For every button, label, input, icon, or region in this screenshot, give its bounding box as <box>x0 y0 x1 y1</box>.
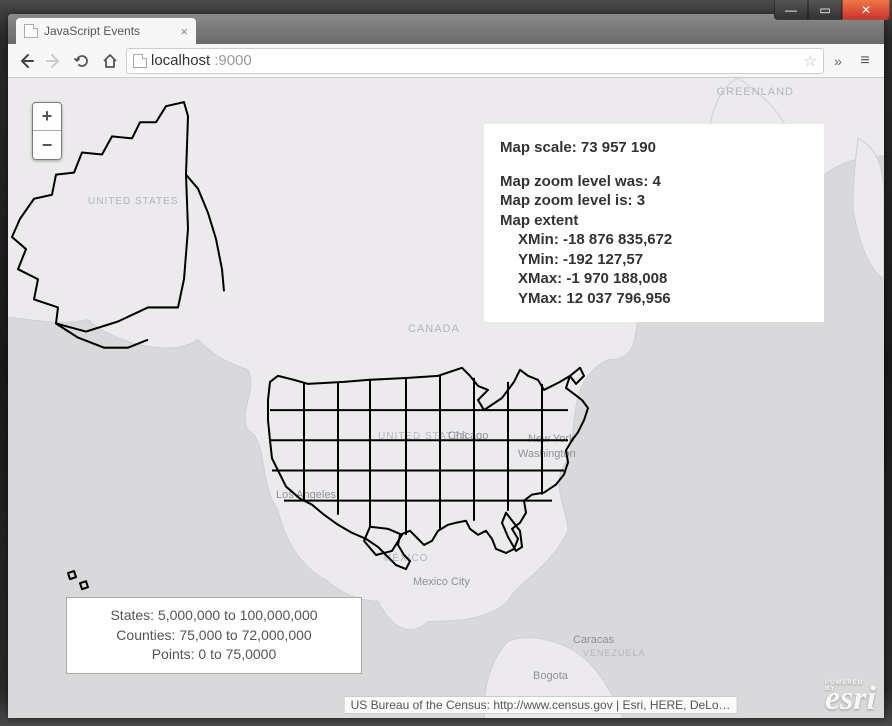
bookmark-star-icon[interactable]: ☆ <box>804 52 817 70</box>
tab-close-icon[interactable]: × <box>180 24 188 39</box>
zoom-in-button[interactable]: + <box>33 103 61 131</box>
browser-toolbar: localhost:9000 ☆ » ≡ <box>8 44 884 78</box>
powered-by-label: POWERED BY <box>825 680 874 692</box>
scale-value: 73 957 190 <box>581 139 656 156</box>
ymin-label: YMin: <box>518 251 559 268</box>
overflow-button[interactable]: » <box>828 49 848 73</box>
legend-states: States: 5,000,000 to 100,000,000 <box>77 606 351 626</box>
home-button[interactable] <box>98 49 122 73</box>
xmin-label: XMin: <box>518 231 559 248</box>
browser-window: JavaScript Events × localhost:9000 ☆ » ≡ <box>8 14 884 718</box>
window-close-button[interactable]: ✕ <box>842 0 890 20</box>
ymin-value: -192 127,57 <box>563 251 643 268</box>
url-host: localhost <box>151 52 210 69</box>
map-attribution: US Bureau of the Census: http://www.cens… <box>344 696 738 714</box>
zoom-control: + − <box>32 102 62 160</box>
forward-button[interactable] <box>42 49 66 73</box>
zoom-was-value: 4 <box>653 173 661 190</box>
hamburger-menu-button[interactable]: ≡ <box>852 49 878 73</box>
esri-logo: POWERED BY esri <box>825 682 876 716</box>
zoom-is-value: 3 <box>637 192 645 209</box>
window-maximize-button[interactable]: ▭ <box>808 0 842 20</box>
map-viewport[interactable]: GREENLAND CANADA UNITED STATES UNITED ST… <box>8 78 884 718</box>
legend-counties: Counties: 75,000 to 72,000,000 <box>77 626 351 646</box>
page-icon <box>24 24 38 38</box>
extent-label: Map extent <box>500 211 808 231</box>
address-bar[interactable]: localhost:9000 ☆ <box>126 48 824 74</box>
xmax-label: XMax: <box>518 270 562 287</box>
ymax-value: 12 037 796,956 <box>566 290 670 307</box>
tab-strip: JavaScript Events × <box>8 14 884 44</box>
tab-title: JavaScript Events <box>44 24 140 38</box>
legend-points: Points: 0 to 75,0000 <box>77 645 351 665</box>
home-icon <box>102 53 118 69</box>
reload-button[interactable] <box>70 49 94 73</box>
page-icon <box>133 54 147 68</box>
window-minimize-button[interactable]: — <box>774 0 808 20</box>
arrow-right-icon <box>46 53 62 69</box>
ymax-label: YMax: <box>518 290 562 307</box>
url-path: :9000 <box>214 52 252 69</box>
zoom-is-label: Map zoom level is: <box>500 192 633 209</box>
map-info-panel: Map scale: 73 957 190 Map zoom level was… <box>484 124 824 322</box>
browser-tab[interactable]: JavaScript Events × <box>16 18 196 44</box>
xmin-value: -18 876 835,672 <box>563 231 672 248</box>
zoom-out-button[interactable]: − <box>33 131 61 159</box>
reload-icon <box>74 53 90 69</box>
arrow-left-icon <box>18 53 34 69</box>
back-button[interactable] <box>14 49 38 73</box>
xmax-value: -1 970 188,008 <box>566 270 667 287</box>
legend-panel: States: 5,000,000 to 100,000,000 Countie… <box>66 597 362 674</box>
zoom-was-label: Map zoom level was: <box>500 173 648 190</box>
scale-label: Map scale: <box>500 139 577 156</box>
